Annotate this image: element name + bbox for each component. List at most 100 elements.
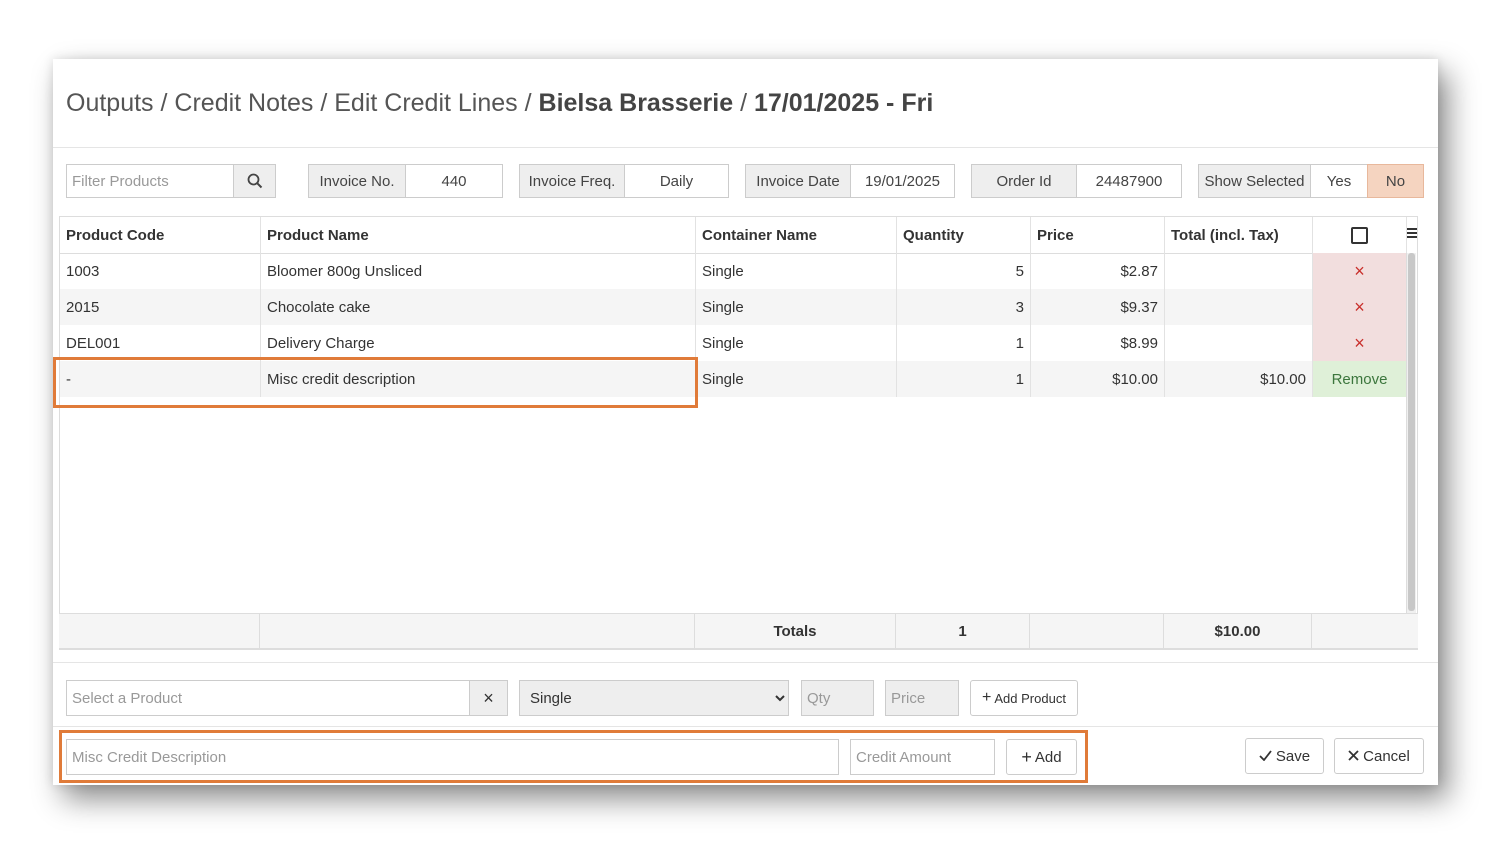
totals-quantity: 1 — [896, 614, 1030, 648]
clear-product-button[interactable]: × — [469, 680, 508, 716]
cell-quantity[interactable]: 3 — [897, 289, 1031, 325]
add-misc-credit-button[interactable]: + Add — [1006, 739, 1077, 775]
breadcrumb-separator: / — [320, 89, 328, 117]
qty-input[interactable] — [801, 680, 874, 716]
checkbox-icon — [1351, 226, 1368, 244]
remove-row-button[interactable]: Remove — [1313, 361, 1407, 397]
container-select[interactable]: Single — [519, 680, 789, 716]
close-icon — [1348, 748, 1359, 765]
table-row[interactable]: 1003 Bloomer 800g Unsliced Single 5 $2.8… — [60, 253, 1407, 289]
header-total[interactable]: Total (incl. Tax) — [1165, 217, 1313, 253]
hamburger-menu-icon — [1407, 226, 1417, 245]
breadcrumb-separator: / — [524, 89, 532, 117]
breadcrumb-date: 17/01/2025 - Fri — [753, 89, 934, 117]
delete-row-button[interactable]: × — [1313, 289, 1407, 325]
add-product-label: Add Product — [994, 690, 1066, 706]
invoice-no-label: Invoice No. — [308, 164, 406, 198]
table-header-row: Product Code Product Name Container Name… — [60, 217, 1407, 254]
totals-empty — [59, 614, 260, 648]
select-product-input[interactable] — [66, 680, 470, 716]
table-row[interactable]: 2015 Chocolate cake Single 3 $9.37 × — [60, 289, 1407, 325]
cell-quantity[interactable]: 1 — [897, 361, 1031, 397]
cell-price[interactable]: $2.87 — [1031, 253, 1165, 289]
breadcrumb-customer: Bielsa Brasserie — [538, 89, 734, 117]
checkmark-icon — [1259, 748, 1272, 765]
cell-product-code: DEL001 — [60, 325, 261, 361]
show-selected-yes-button[interactable]: Yes — [1310, 164, 1368, 198]
header-quantity[interactable]: Quantity — [897, 217, 1031, 253]
cell-container-name: Single — [696, 253, 897, 289]
select-all-checkbox[interactable] — [1313, 217, 1407, 253]
breadcrumb-credit-notes: Credit Notes — [174, 89, 314, 117]
cell-product-name: Bloomer 800g Unsliced — [261, 253, 696, 289]
header-product-code[interactable]: Product Code — [60, 217, 261, 253]
save-button[interactable]: Save — [1245, 738, 1324, 774]
header-divider — [53, 147, 1438, 148]
credit-amount-input[interactable] — [850, 739, 995, 775]
table-row[interactable]: DEL001 Delivery Charge Single 1 $8.99 × — [60, 325, 1407, 361]
add-product-button[interactable]: + Add Product — [970, 680, 1078, 716]
add-misc-credit-label: Add — [1034, 748, 1062, 766]
scrollbar-thumb[interactable] — [1408, 253, 1415, 611]
cell-total — [1165, 289, 1313, 325]
cell-quantity[interactable]: 5 — [897, 253, 1031, 289]
delete-row-button[interactable]: × — [1313, 325, 1407, 361]
show-selected-no-button[interactable]: No — [1367, 164, 1424, 198]
delete-row-button[interactable]: × — [1313, 253, 1407, 289]
invoice-freq-value: Daily — [624, 164, 729, 198]
cell-product-code: 1003 — [60, 253, 261, 289]
totals-row: Totals 1 $10.00 — [59, 613, 1418, 649]
invoice-no-value: 440 — [405, 164, 503, 198]
cell-product-code: 2015 — [60, 289, 261, 325]
cell-product-code: - — [60, 361, 261, 397]
cell-container-name: Single — [696, 289, 897, 325]
cell-total: $10.00 — [1165, 361, 1313, 397]
cancel-button[interactable]: Cancel — [1334, 738, 1424, 774]
cancel-label: Cancel — [1363, 747, 1410, 765]
close-icon: × — [483, 687, 494, 708]
totals-empty — [1030, 614, 1164, 648]
cell-container-name: Single — [696, 325, 897, 361]
show-selected-label: Show Selected — [1198, 164, 1311, 198]
section-divider — [53, 726, 1438, 727]
cell-total — [1165, 253, 1313, 289]
plus-icon: + — [982, 689, 992, 706]
totals-empty — [260, 614, 695, 648]
cell-product-name: Chocolate cake — [261, 289, 696, 325]
header-price[interactable]: Price — [1031, 217, 1165, 253]
invoice-freq-label: Invoice Freq. — [519, 164, 625, 198]
totals-empty — [1312, 614, 1418, 648]
search-button[interactable] — [233, 164, 276, 198]
cell-product-name: Misc credit description — [261, 361, 696, 397]
order-id-value: 24487900 — [1076, 164, 1182, 198]
header-container-name[interactable]: Container Name — [696, 217, 897, 253]
misc-credit-description-input[interactable] — [66, 739, 839, 775]
breadcrumb-separator: / — [160, 89, 168, 117]
invoice-date-label: Invoice Date — [745, 164, 851, 198]
filter-products-input[interactable] — [66, 164, 234, 198]
totals-label: Totals — [695, 614, 896, 648]
table-scrollbar[interactable] — [1406, 253, 1416, 613]
page-title: Outputs / Credit Notes / Edit Credit Lin… — [66, 89, 933, 118]
breadcrumb-outputs: Outputs — [66, 89, 154, 117]
credit-lines-table: Product Code Product Name Container Name… — [59, 216, 1418, 650]
cell-price[interactable]: $8.99 — [1031, 325, 1165, 361]
section-divider — [53, 662, 1438, 663]
column-menu-button[interactable] — [1407, 217, 1417, 253]
cell-product-name: Delivery Charge — [261, 325, 696, 361]
search-icon — [247, 173, 263, 189]
table-row[interactable]: - Misc credit description Single 1 $10.0… — [60, 361, 1407, 397]
header-product-name[interactable]: Product Name — [261, 217, 696, 253]
cell-total — [1165, 325, 1313, 361]
price-input[interactable] — [885, 680, 959, 716]
edit-credit-lines-modal: Outputs / Credit Notes / Edit Credit Lin… — [53, 59, 1438, 785]
invoice-date-value: 19/01/2025 — [850, 164, 955, 198]
order-id-label: Order Id — [971, 164, 1077, 198]
breadcrumb-edit-credit-lines: Edit Credit Lines — [334, 89, 518, 117]
cell-quantity[interactable]: 1 — [897, 325, 1031, 361]
breadcrumb-separator: / — [740, 89, 748, 117]
totals-amount: $10.00 — [1164, 614, 1312, 648]
cell-price[interactable]: $9.37 — [1031, 289, 1165, 325]
cell-price[interactable]: $10.00 — [1031, 361, 1165, 397]
cell-container-name: Single — [696, 361, 897, 397]
